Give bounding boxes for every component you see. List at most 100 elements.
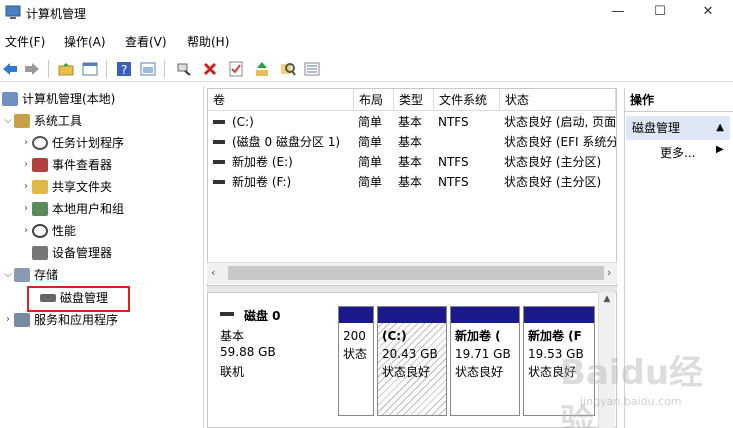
volume-icon [213,140,225,144]
column-header-layout[interactable]: 布局 [354,89,394,111]
cell-filesystem [434,132,500,152]
tree-item-label: 事件查看器 [52,158,113,172]
scrollbar-thumb[interactable] [228,266,604,280]
forward-icon[interactable] [22,59,42,79]
menu-help[interactable]: 帮助(H) [187,33,229,50]
cell-layout: 简单 [358,135,383,149]
menu-view[interactable]: 查看(V) [125,33,167,50]
cell-status: 状态良好 (主分区) [504,155,602,169]
actions-section-label: 磁盘管理 [632,121,681,135]
close-button[interactable]: ✕ [685,0,731,26]
tree-item-label: 服务和应用程序 [34,313,119,327]
disk-status: 联机 [220,365,245,379]
disk-info[interactable]: 磁盘 0 基本 59.88 GB 联机 [212,307,340,417]
table-row[interactable]: (C:) 简单 基本 NTFS 状态良好 (启动, 页面 [208,112,616,132]
title-bar: 计算机管理 — ☐ ✕ [0,0,733,26]
partition-status: 状态良好 [382,365,431,379]
toolbar-separator [164,60,165,78]
cell-type: 基本 [398,155,423,169]
partition-e[interactable]: 新加卷 ( 19.71 GB 状态良好 [450,306,520,416]
back-icon[interactable] [0,59,20,79]
list-view-icon[interactable] [302,59,322,79]
volume-icon [213,120,225,124]
up-folder-icon[interactable] [56,59,76,79]
partition-bar [451,307,519,323]
tree-item-local-users[interactable]: › 本地用户和组 [20,198,124,220]
cell-layout: 简单 [358,155,383,169]
volume-icon [213,180,225,184]
scroll-right-icon[interactable]: › [607,266,611,279]
chevron-right-icon[interactable]: › [20,132,32,154]
tree-item-storage[interactable]: ⌵ 存储 [2,264,58,286]
volume-icon [213,160,225,164]
device-manager-icon [32,246,48,260]
disk-type: 基本 [220,329,245,343]
toolbar-separator [106,60,107,78]
column-header-status[interactable]: 状态 [500,89,616,111]
scroll-up-icon[interactable]: ▲ [599,294,615,304]
chevron-right-icon[interactable]: › [2,309,14,331]
volume-list: 卷 布局 类型 文件系统 状态 (C:) 简单 基本 NTFS 状态良好 (启动… [207,88,617,286]
storage-icon [14,268,30,282]
cell-filesystem: NTFS [438,155,469,169]
partition-label: 新加卷 (F [528,329,582,343]
actions-section-disk-management[interactable]: 磁盘管理 ▲ [626,116,730,140]
maximize-button[interactable]: ☐ [637,0,683,26]
cell-volume: 新加卷 (E:) [232,155,293,169]
chevron-down-icon[interactable]: ⌵ [2,264,14,286]
tree-item-task-scheduler[interactable]: › 任务计划程序 [20,132,124,154]
help-icon[interactable]: ? [114,59,134,79]
tree-item-label: 性能 [52,224,77,238]
import-icon[interactable] [252,59,272,79]
clock-icon [32,136,48,150]
selection-highlight [27,286,130,312]
tree-item-services-apps[interactable]: › 服务和应用程序 [2,309,118,331]
column-header-type[interactable]: 类型 [394,89,434,111]
partition-c[interactable]: (C:) 20.43 GB 状态良好 [377,306,447,416]
scroll-left-icon[interactable]: ‹ [211,266,215,279]
chevron-down-icon[interactable]: ⌵ [2,110,14,132]
chevron-right-icon[interactable]: › [20,198,32,220]
search-icon[interactable] [278,59,298,79]
tree-item-event-viewer[interactable]: › 事件查看器 [20,154,112,176]
column-header-volume[interactable]: 卷 [208,89,354,111]
disk-icon [220,312,234,316]
tree-item-root[interactable]: 计算机管理(本地) [2,88,115,110]
tools-icon [14,114,30,128]
minimize-button[interactable]: — [595,0,641,26]
actions-header: 操作 [624,88,733,112]
menu-action[interactable]: 操作(A) [64,33,106,50]
tree-item-shared-folders[interactable]: › 共享文件夹 [20,176,112,198]
chevron-right-icon[interactable]: ▶ [716,144,724,155]
table-row[interactable]: 新加卷 (E:) 简单 基本 NTFS 状态良好 (主分区) [208,152,616,172]
table-row[interactable]: 新加卷 (F:) 简单 基本 NTFS 状态良好 (主分区) [208,172,616,192]
svg-text:?: ? [121,63,127,77]
show-tree-icon[interactable] [80,59,100,79]
chevron-right-icon[interactable]: › [20,176,32,198]
tree-item-system-tools[interactable]: ⌵ 系统工具 [2,110,82,132]
watermark-url: jingyan.baidu.com [580,395,682,408]
chevron-right-icon[interactable]: › [20,220,32,242]
more-actions[interactable]: 更多... ▶ [660,144,724,161]
cell-type: 基本 [398,115,423,129]
check-icon[interactable] [226,59,246,79]
more-actions-label: 更多... [660,146,696,160]
tree-item-label: 系统工具 [34,114,83,128]
properties-icon[interactable] [138,59,158,79]
cell-volume: (磁盘 0 磁盘分区 1) [232,135,341,149]
tree-item-device-manager[interactable]: 设备管理器 [32,242,112,264]
menu-bar: 文件(F) 操作(A) 查看(V) 帮助(H) [0,30,733,52]
connect-icon[interactable] [174,59,194,79]
delete-icon[interactable] [200,59,220,79]
partition-bar [378,307,446,323]
users-icon [32,202,48,216]
tree-item-performance[interactable]: › 性能 [20,220,76,242]
menu-file[interactable]: 文件(F) [5,33,45,50]
toolbar-separator [48,60,49,78]
collapse-up-icon[interactable]: ▲ [716,116,724,140]
column-header-filesystem[interactable]: 文件系统 [434,89,500,111]
tree-item-label: 任务计划程序 [52,136,125,150]
table-row[interactable]: (磁盘 0 磁盘分区 1) 简单 基本 状态良好 (EFI 系统分 [208,132,616,152]
partition-efi[interactable]: 200 状态 [338,306,374,416]
chevron-right-icon[interactable]: › [20,154,32,176]
